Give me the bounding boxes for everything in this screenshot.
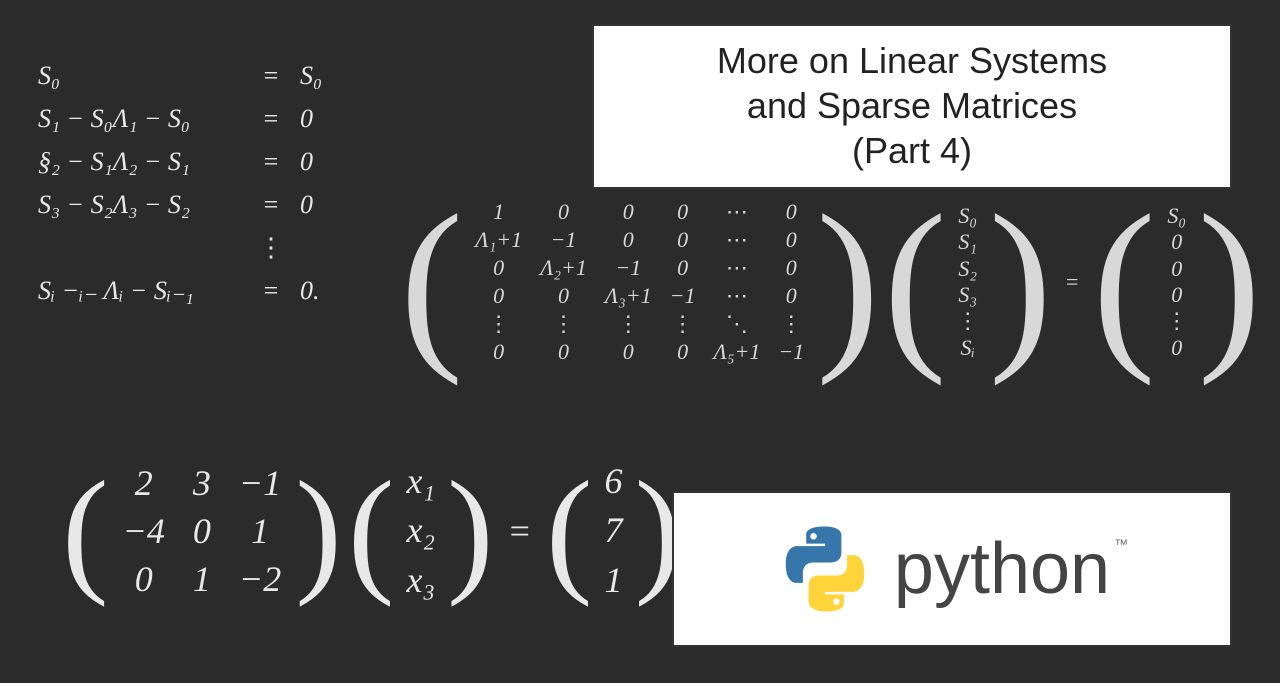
small-coefficient-matrix: 23−1 −401 01−2	[115, 458, 290, 604]
python-logo-icon	[780, 524, 870, 614]
equation-lhs: Sᵢ −ᵢ₋ Λᵢ − Sᵢ₋₁	[30, 269, 250, 312]
equation-rhs: 0	[292, 140, 330, 183]
vertical-dots: ⋮	[250, 226, 292, 269]
equation-lhs: S₀	[30, 54, 250, 97]
title-line-3: (Part 4)	[604, 128, 1220, 173]
small-x-vector: x₁ x₂ x₃	[400, 458, 441, 604]
equation-rhs: 0.	[292, 269, 330, 312]
right-paren-icon: )	[447, 482, 494, 580]
equation-row: Sᵢ −ᵢ₋ Λᵢ − Sᵢ₋₁ = 0.	[30, 269, 330, 312]
python-logo-card: python™	[672, 491, 1232, 647]
right-paren-icon: )	[1198, 216, 1261, 349]
equation-lhs: S₃ − S₂Λ₃ − S₂	[30, 183, 250, 226]
equals-sign: =	[250, 54, 292, 97]
equation-rhs: 0	[292, 183, 330, 226]
coefficient-matrix: 1000⋯0 Λ₁+1−100⋯0 0Λ₂+1−10⋯0 00Λ₃+1−1⋯0 …	[467, 195, 812, 369]
equals-sign: =	[250, 183, 292, 226]
left-paren-icon: (	[883, 216, 946, 349]
equation-vdots: ⋮	[30, 226, 330, 269]
left-paren-icon: (	[62, 482, 109, 580]
title-line-2: and Sparse Matrices	[604, 83, 1220, 128]
solution-vector: S₀ S₁ S₂ S₃ ⋮ Sᵢ	[951, 201, 985, 363]
equals-sign: =	[250, 97, 292, 140]
equation-row: S₃ − S₂Λ₃ − S₂ = 0	[30, 183, 330, 226]
left-paren-icon: (	[546, 482, 593, 580]
equation-list: S₀ = S₀ S₁ − S₀Λ₁ − S₀ = 0 §₂ − S₁Λ₂ − S…	[30, 54, 330, 312]
equation-rhs: S₀	[292, 54, 330, 97]
title-card: More on Linear Systems and Sparse Matric…	[592, 24, 1232, 189]
equals-sign: =	[1056, 269, 1088, 295]
right-paren-icon: )	[989, 216, 1052, 349]
rhs-vector: S₀ 0 0 0 ⋮ 0	[1160, 201, 1194, 363]
equals-sign: =	[500, 510, 540, 552]
left-paren-icon: (	[1092, 216, 1155, 349]
small-b-vector: 6 7 1	[599, 458, 629, 604]
equation-lhs: §₂ − S₁Λ₂ − S₁	[30, 140, 250, 183]
left-paren-icon: (	[348, 482, 395, 580]
title-line-1: More on Linear Systems	[604, 38, 1220, 83]
equation-lhs: S₁ − S₀Λ₁ − S₀	[30, 97, 250, 140]
left-paren-icon: (	[400, 216, 463, 349]
equation-rhs: 0	[292, 97, 330, 140]
right-paren-icon: )	[816, 216, 879, 349]
trademark-symbol: ™	[1114, 536, 1128, 552]
python-logo-text: python™	[894, 528, 1124, 610]
big-matrix-equation: ( 1000⋯0 Λ₁+1−100⋯0 0Λ₂+1−10⋯0 00Λ₃+1−1⋯…	[400, 195, 1261, 369]
equation-row: S₁ − S₀Λ₁ − S₀ = 0	[30, 97, 330, 140]
equation-row: S₀ = S₀	[30, 54, 330, 97]
equals-sign: =	[250, 269, 292, 312]
right-paren-icon: )	[295, 482, 342, 580]
small-matrix-equation: ( 23−1 −401 01−2 ) ( x₁ x₂ x₃ ) = ( 6 7 …	[62, 458, 681, 604]
equals-sign: =	[250, 140, 292, 183]
equation-row: §₂ − S₁Λ₂ − S₁ = 0	[30, 140, 330, 183]
